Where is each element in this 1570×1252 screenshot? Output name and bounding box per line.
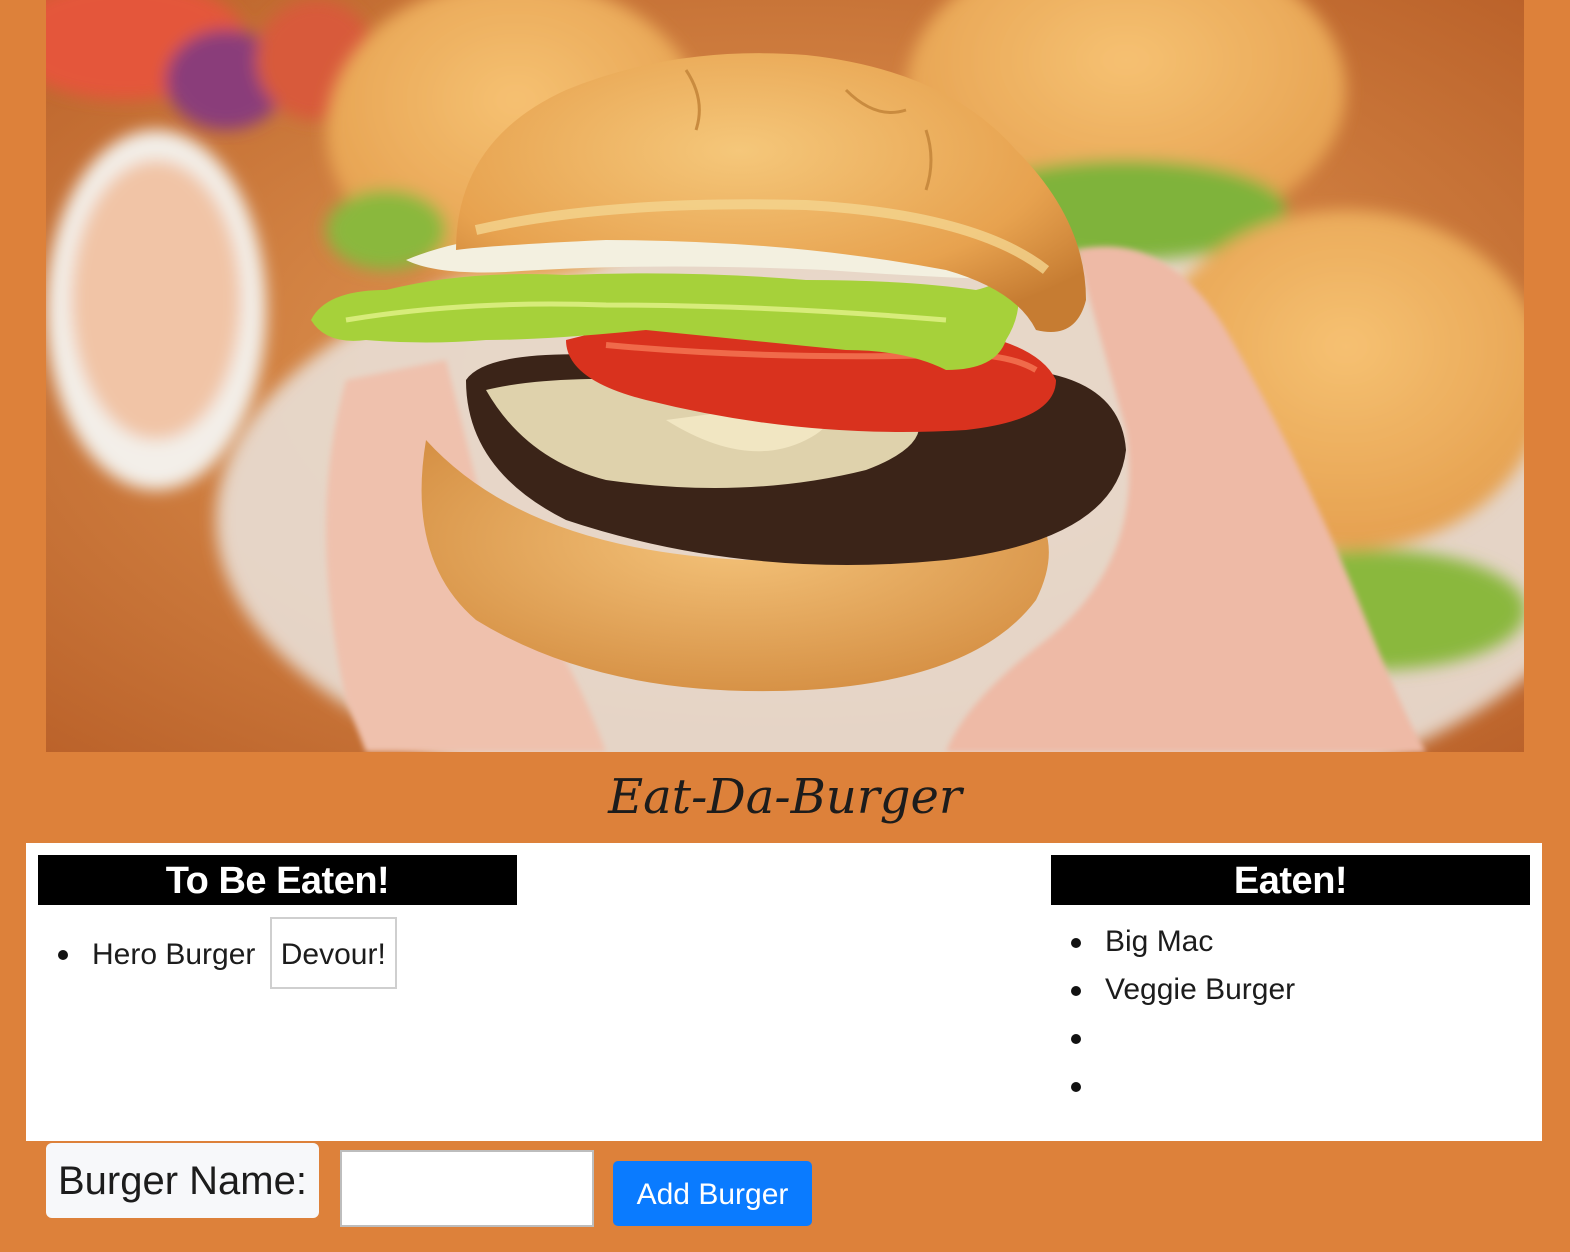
eaten-column: Eaten! Big Mac Veggie Burger (1051, 855, 1530, 1110)
to-be-eaten-heading: To Be Eaten! (38, 855, 517, 905)
bullet-icon (1071, 1034, 1081, 1044)
burger-photo (46, 0, 1524, 752)
list-item: Hero Burger Devour! (38, 917, 517, 993)
bullet-icon (58, 950, 68, 960)
page-title: Eat-Da-Burger (608, 769, 962, 825)
list-item (1051, 1062, 1530, 1110)
burger-name-label: Burger Name: (46, 1143, 319, 1218)
hero-image (46, 0, 1524, 752)
bullet-icon (1071, 986, 1081, 996)
devour-button[interactable]: Devour! (269, 917, 397, 989)
bullet-icon (1071, 1082, 1081, 1092)
add-burger-button[interactable]: Add Burger (613, 1161, 812, 1226)
burger-name: Big Mac (1105, 925, 1214, 958)
list-item: Veggie Burger (1051, 966, 1530, 1014)
list-item (1051, 1014, 1530, 1062)
to-be-eaten-column: To Be Eaten! Hero Burger Devour! (38, 855, 517, 993)
burger-name: Hero Burger (92, 938, 256, 971)
add-burger-form: Burger Name: Add Burger (0, 1142, 1570, 1252)
burger-name-input[interactable] (340, 1150, 594, 1227)
bullet-icon (1071, 938, 1081, 948)
eaten-heading: Eaten! (1051, 855, 1530, 905)
burger-lists-panel: To Be Eaten! Hero Burger Devour! Eaten! … (26, 843, 1542, 1141)
eaten-list: Big Mac Veggie Burger (1051, 918, 1530, 1110)
burger-name: Veggie Burger (1105, 973, 1296, 1006)
list-item: Big Mac (1051, 918, 1530, 966)
to-be-eaten-list: Hero Burger Devour! (38, 917, 517, 993)
